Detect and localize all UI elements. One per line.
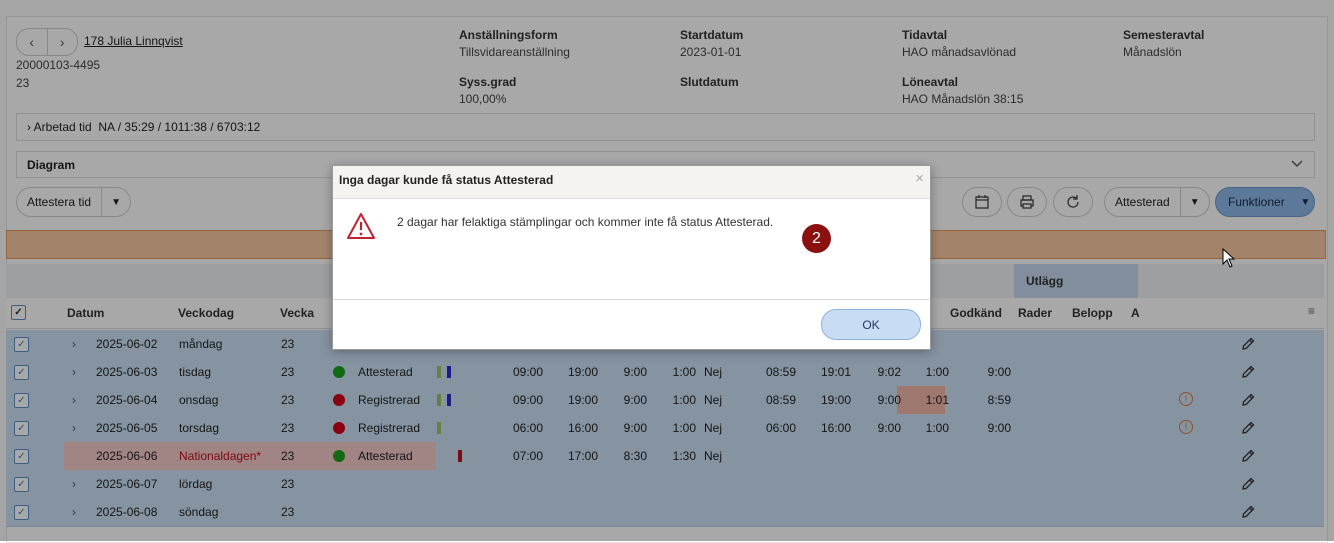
ok-button[interactable]: OK xyxy=(821,309,921,340)
close-icon[interactable]: × xyxy=(915,170,924,187)
dialog-message: 2 dagar har felaktiga stämplingar och ko… xyxy=(397,215,774,229)
step-badge: 2 xyxy=(802,224,831,253)
warning-triangle-icon xyxy=(347,213,375,239)
dialog-footer-divider xyxy=(333,299,930,300)
page: ‹ › 178 Julia Linnqvist 20000103-4495 23… xyxy=(0,0,1334,543)
dialog-header: Inga dagar kunde få status Attesterad × xyxy=(333,166,930,199)
dialog-title: Inga dagar kunde få status Attesterad xyxy=(339,173,554,187)
mouse-cursor-icon xyxy=(1222,248,1236,268)
error-dialog: Inga dagar kunde få status Attesterad × … xyxy=(332,165,931,350)
